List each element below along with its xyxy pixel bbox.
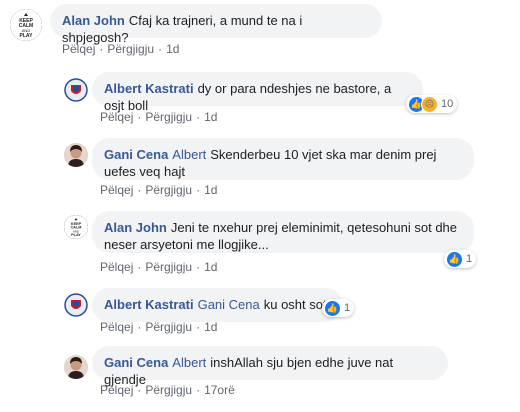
reply-link[interactable]: Përgjigju <box>145 383 192 397</box>
comment-time[interactable]: 1d <box>204 320 217 334</box>
reaction-summary[interactable]: 👍 1 <box>444 250 477 268</box>
comment-actions: Pëlqej · Përgjigju · 1d <box>100 260 218 274</box>
comment-actions: Pëlqej · Përgjigju · 1d <box>62 42 180 56</box>
comment-text: ku osht sot <box>263 297 327 312</box>
reply-link[interactable]: Përgjigju <box>107 42 154 56</box>
comment-time[interactable]: 1d <box>166 42 179 56</box>
reply-link[interactable]: Përgjigju <box>145 183 192 197</box>
reaction-count: 10 <box>441 98 454 110</box>
person-photo-icon <box>64 355 88 379</box>
comment-bubble: Gani Cena Albert inshAllah sju bjen edhe j… <box>92 346 448 387</box>
comment-mention[interactable]: Gani Cena <box>198 297 260 312</box>
like-reaction-icon: 👍 <box>324 299 341 317</box>
keep-calm-icon: KEEP CALM AND PLAY <box>10 9 42 41</box>
comment-actions: Pëlqej · Përgjigju · 1d <box>100 320 218 334</box>
keep-calm-icon: KEEP CALM AND PLAY <box>64 215 88 239</box>
comment-bubble: Gani Cena Albert Skenderbeu 10 vjet ska ma… <box>92 138 474 180</box>
comment-author[interactable]: Alan John <box>104 220 167 235</box>
comment-author[interactable]: Gani Cena <box>104 355 168 370</box>
comment-mention[interactable]: Albert <box>172 355 206 370</box>
comment-bubble: Albert Kastrati dy or para ndeshjes ne ba… <box>92 72 423 113</box>
comment-mention[interactable]: Albert <box>172 147 206 162</box>
reply-link[interactable]: Përgjigju <box>145 320 192 334</box>
comment-actions: Pëlqej · Përgjigju · 17orë <box>100 383 235 397</box>
comment-author[interactable]: Gani Cena <box>104 147 168 162</box>
reaction-count: 1 <box>466 253 473 265</box>
club-crest-icon <box>64 78 88 102</box>
comment-time[interactable]: 1d <box>204 110 217 124</box>
comment-bubble: Alan John Cfaj ka trajneri, a mund te na … <box>50 4 382 45</box>
comment-time[interactable]: 1d <box>204 183 217 197</box>
like-link[interactable]: Pëlqej <box>62 42 95 56</box>
person-photo-avatar[interactable] <box>64 355 88 379</box>
like-link[interactable]: Pëlqej <box>100 320 133 334</box>
comment-actions: Pëlqej · Përgjigju · 1d <box>100 110 218 124</box>
like-link[interactable]: Pëlqej <box>100 110 133 124</box>
comment-time[interactable]: 17orë <box>204 383 235 397</box>
like-link[interactable]: Pëlqej <box>100 260 133 274</box>
reply-link[interactable]: Përgjigju <box>145 110 192 124</box>
sad-reaction-icon: ☹ <box>421 95 438 113</box>
comment-bubble: Albert Kastrati Gani Cena ku osht sot <box>92 288 343 322</box>
club-crest-avatar[interactable] <box>64 78 88 102</box>
reaction-summary[interactable]: 👍 ☹ 10 <box>406 95 458 113</box>
keep-calm-avatar[interactable]: KEEP CALM AND PLAY <box>64 215 88 239</box>
comment-actions: Pëlqej · Përgjigju · 1d <box>100 183 218 197</box>
reaction-summary[interactable]: 👍 1 <box>322 299 355 317</box>
comment-bubble: Alan John Jeni te nxehur prej eleminimit,… <box>92 211 474 253</box>
comment-author[interactable]: Alan John <box>62 13 125 28</box>
person-photo-icon <box>64 143 88 167</box>
club-crest-avatar[interactable] <box>64 293 88 317</box>
club-crest-icon <box>64 293 88 317</box>
like-reaction-icon: 👍 <box>446 250 463 268</box>
svg-text:PLAY: PLAY <box>20 33 34 39</box>
keep-calm-avatar[interactable]: KEEP CALM AND PLAY <box>10 9 42 41</box>
like-link[interactable]: Pëlqej <box>100 183 133 197</box>
like-link[interactable]: Pëlqej <box>100 383 133 397</box>
person-photo-avatar[interactable] <box>64 143 88 167</box>
comment-author[interactable]: Albert Kastrati <box>104 81 194 96</box>
comment-author[interactable]: Albert Kastrati <box>104 297 194 312</box>
comment-time[interactable]: 1d <box>204 260 217 274</box>
reaction-count: 1 <box>344 302 351 314</box>
svg-text:PLAY: PLAY <box>71 233 81 237</box>
reply-link[interactable]: Përgjigju <box>145 260 192 274</box>
